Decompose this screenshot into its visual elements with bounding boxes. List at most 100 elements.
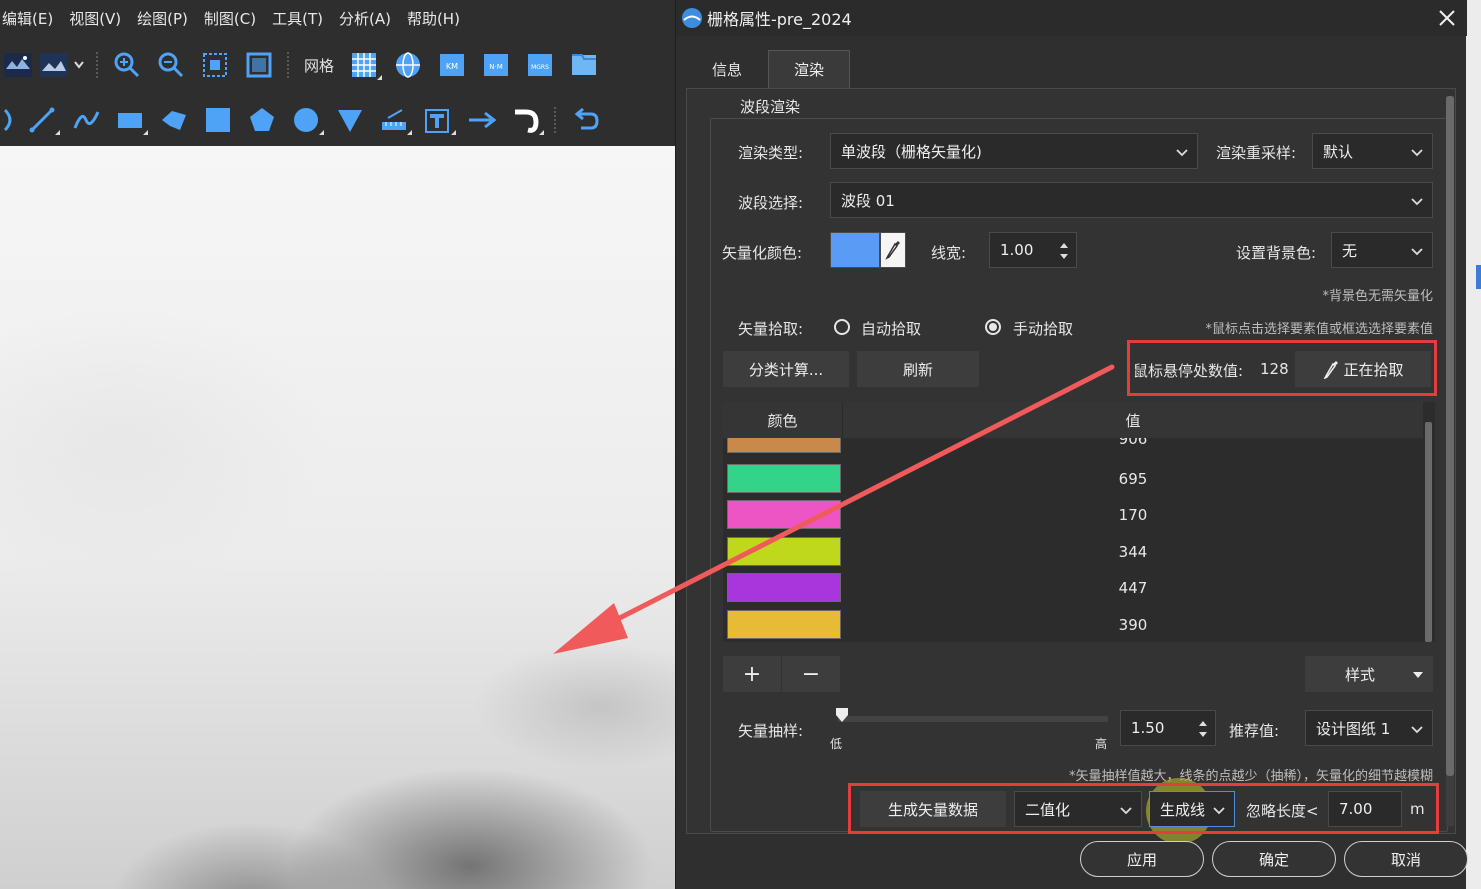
basemap-dark-icon[interactable] (0, 45, 36, 85)
remove-row-button[interactable]: − (782, 656, 840, 692)
line-width-stepper[interactable]: 1.00 (989, 232, 1077, 268)
generate-row-highlight (848, 783, 1439, 834)
style-button[interactable]: 样式 (1305, 656, 1433, 692)
km-grid-icon[interactable]: KM (430, 45, 474, 85)
globe-grid-icon[interactable] (386, 45, 430, 85)
measure-icon[interactable] (372, 100, 416, 140)
map-canvas[interactable] (0, 146, 675, 889)
zoom-extent-icon[interactable] (193, 45, 237, 85)
style-button-label: 样式 (1344, 665, 1375, 684)
menu-analysis[interactable]: 分析(A) (331, 8, 399, 29)
row-color-swatch[interactable] (727, 500, 841, 529)
table-row[interactable]: 906 (723, 438, 1423, 457)
classify-button[interactable]: 分类计算... (723, 351, 849, 387)
value-column-header[interactable]: 值 (843, 402, 1423, 438)
table-row[interactable]: 390 (723, 606, 1423, 642)
sampling-slider[interactable] (838, 716, 1108, 722)
tab-render[interactable]: 渲染 (768, 50, 850, 88)
raster-properties-dialog: 栅格属性-pre_2024 信息 渲染 波段渲染 渲染类型: 单波段（栅格矢量化… (675, 0, 1468, 889)
row-color-swatch[interactable] (727, 610, 841, 639)
band-select[interactable]: 波段 01 (830, 182, 1433, 218)
svg-text:KM: KM (446, 62, 458, 71)
basemap-layer-icon[interactable] (36, 45, 90, 85)
pentagon-icon[interactable] (240, 100, 284, 140)
mgrs-grid-icon[interactable]: MGRS (518, 45, 562, 85)
arc-icon[interactable] (0, 100, 20, 140)
chevron-down-icon (1411, 248, 1423, 256)
circle-icon[interactable] (284, 100, 328, 140)
sampling-stepper[interactable]: 1.50 (1120, 710, 1216, 746)
refresh-button[interactable]: 刷新 (857, 351, 979, 387)
menu-help[interactable]: 帮助(H) (399, 8, 468, 29)
stepper-arrows-icon[interactable] (1197, 717, 1209, 741)
rectangle-icon[interactable] (108, 100, 152, 140)
eyedropper-icon[interactable] (880, 232, 906, 268)
pick-note: *鼠标点击选择要素值或框选选择要素值 (1205, 322, 1433, 337)
table-row[interactable]: 447 (723, 569, 1423, 606)
auto-pick-label[interactable]: 自动拾取 (861, 318, 921, 339)
app-logo-icon (682, 8, 702, 28)
arrow-icon[interactable] (460, 100, 504, 140)
undo-icon[interactable] (563, 100, 607, 140)
zoom-out-icon[interactable] (149, 45, 193, 85)
draw-toolbar (0, 94, 675, 146)
cancel-button[interactable]: 取消 (1344, 841, 1468, 877)
menu-view[interactable]: 视图(V) (61, 8, 129, 29)
full-extent-icon[interactable] (237, 45, 281, 85)
grid-label: 网格 (304, 56, 335, 75)
text-icon[interactable] (416, 100, 460, 140)
row-color-swatch[interactable] (727, 438, 841, 453)
background-select[interactable]: 无 (1331, 232, 1433, 268)
row-color-swatch[interactable] (727, 464, 841, 493)
nm-grid-icon[interactable]: N·M (474, 45, 518, 85)
manual-pick-radio[interactable] (985, 319, 1001, 335)
vector-color-label: 矢量化颜色: (722, 244, 803, 262)
custom-grid-icon[interactable] (562, 45, 606, 85)
render-type-select[interactable]: 单波段（栅格矢量化) (830, 133, 1198, 169)
manual-pick-label[interactable]: 手动拾取 (1013, 318, 1073, 339)
row-color-swatch[interactable] (727, 537, 841, 566)
color-column-header[interactable]: 颜色 (723, 402, 843, 438)
menu-draw[interactable]: 绘图(P) (129, 8, 196, 29)
add-row-button[interactable]: + (723, 656, 781, 692)
slider-high-label: 高 (1095, 737, 1108, 751)
vector-color-swatch[interactable] (830, 232, 880, 268)
table-row[interactable]: 695 (723, 460, 1423, 497)
menu-cartography[interactable]: 制图(C) (196, 8, 264, 29)
background-label: 设置背景色: (1236, 244, 1317, 262)
chevron-down-icon (1176, 149, 1188, 157)
auto-pick-radio[interactable] (834, 319, 850, 335)
slider-handle[interactable] (836, 708, 848, 722)
panel-scrollbar-thumb[interactable] (1446, 96, 1454, 776)
panel-scrollbar[interactable] (1446, 96, 1454, 826)
sector-icon[interactable] (328, 100, 372, 140)
menu-edit[interactable]: 编辑(E) (0, 8, 61, 29)
hook-icon[interactable] (504, 100, 548, 140)
pick-label: 矢量拾取: (738, 320, 804, 338)
stepper-arrows-icon[interactable] (1058, 239, 1070, 263)
polygon-arrow-icon[interactable] (152, 100, 196, 140)
sampling-note: *矢量抽样值越大，线条的点越少（抽稀），矢量化的细节越模糊 (1068, 769, 1433, 784)
table-row[interactable]: 344 (723, 533, 1423, 570)
table-scrollbar[interactable] (1423, 402, 1435, 642)
dialog-titlebar[interactable]: 栅格属性-pre_2024 (676, 0, 1467, 36)
resample-select[interactable]: 默认 (1312, 133, 1433, 169)
toolbar-separator (287, 52, 290, 78)
square-icon[interactable] (196, 100, 240, 140)
line-icon[interactable] (20, 100, 64, 140)
table-scrollbar-thumb[interactable] (1425, 422, 1432, 642)
zoom-in-icon[interactable] (105, 45, 149, 85)
curve-icon[interactable] (64, 100, 108, 140)
svg-text:MGRS: MGRS (531, 64, 549, 71)
menu-tools[interactable]: 工具(T) (264, 8, 331, 29)
recommend-select[interactable]: 设计图纸 1 (1305, 710, 1433, 746)
row-value: 695 (1118, 469, 1148, 488)
row-color-swatch[interactable] (727, 573, 841, 602)
ok-button[interactable]: 确定 (1212, 841, 1336, 877)
close-icon[interactable] (1433, 4, 1461, 32)
table-row[interactable]: 170 (723, 496, 1423, 533)
line-width-label: 线宽: (931, 244, 967, 262)
grid-icon[interactable] (342, 45, 386, 85)
tab-info[interactable]: 信息 (686, 50, 768, 88)
apply-button[interactable]: 应用 (1080, 841, 1204, 877)
